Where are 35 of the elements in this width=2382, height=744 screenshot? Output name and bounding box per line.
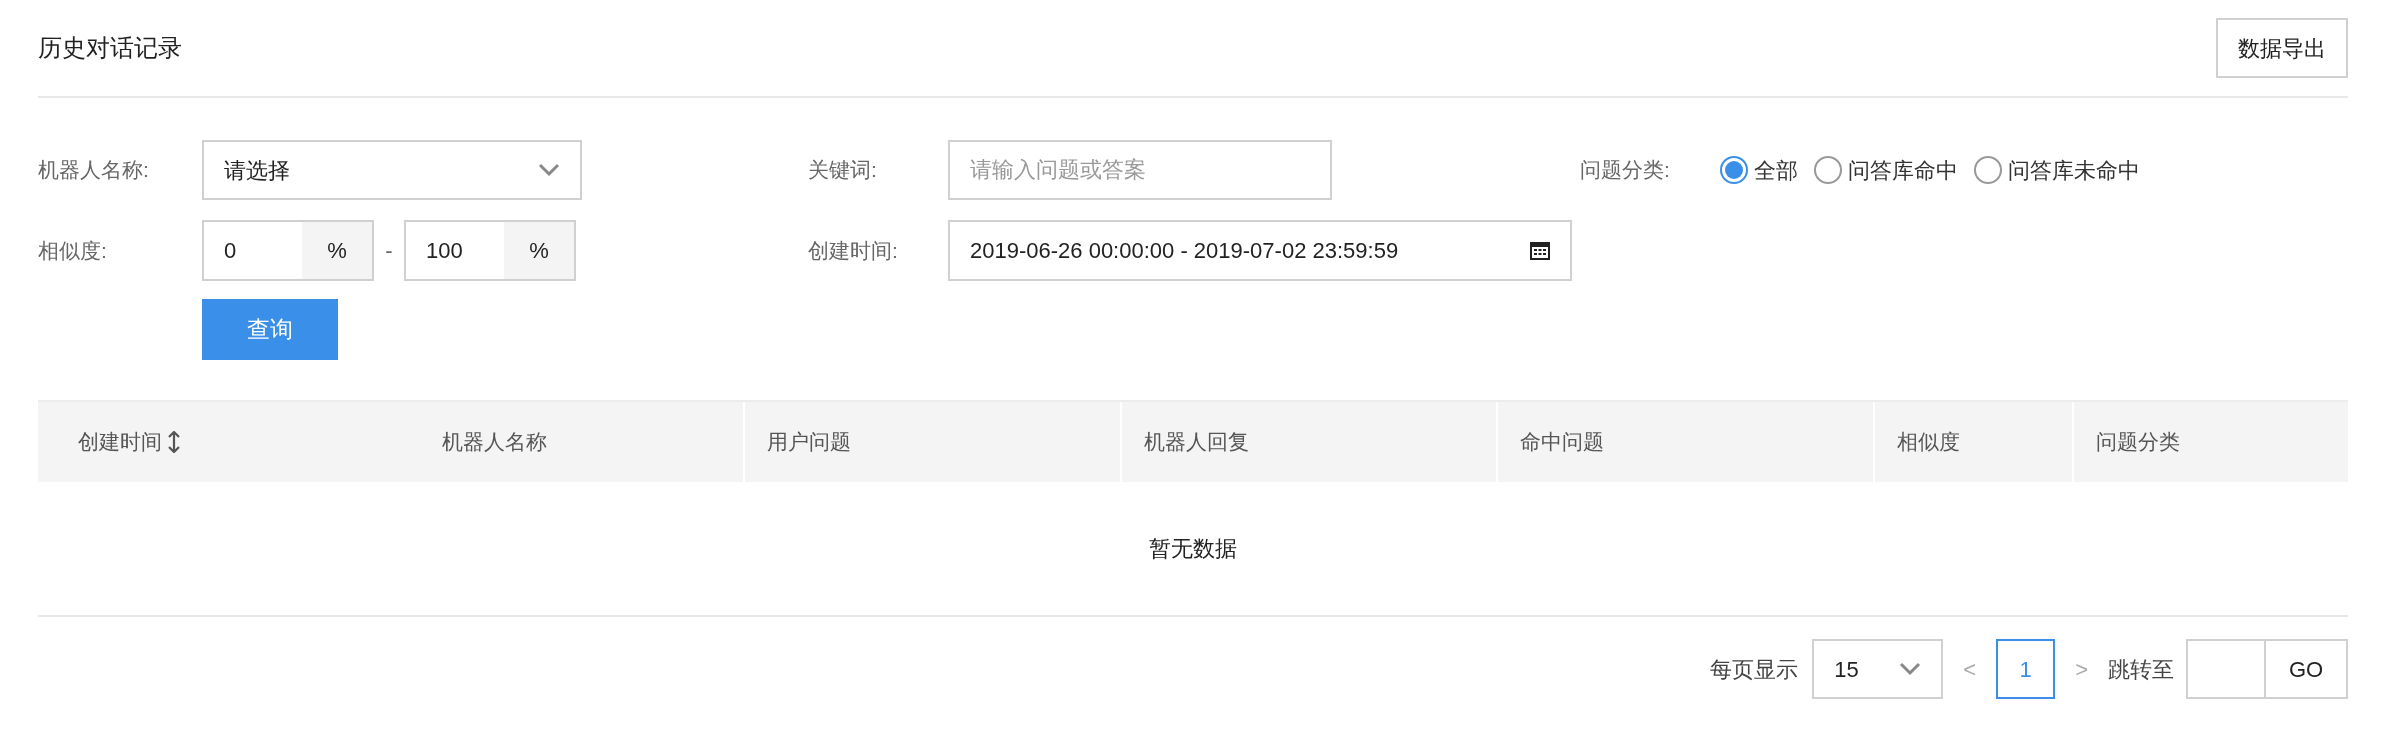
export-button[interactable]: 数据导出 — [2216, 18, 2348, 78]
page-size-select[interactable]: 15 — [1812, 639, 1944, 699]
column-header: 相似度 — [1873, 402, 2072, 482]
page-size-label: 每页显示 — [1710, 655, 1799, 684]
percent-addon: % — [504, 222, 574, 279]
percent-addon: % — [302, 222, 372, 279]
field-label: 相似度: — [38, 237, 108, 264]
category-radio[interactable]: 问答库命中 — [1814, 153, 1958, 187]
column-header: 机器人回复 — [1120, 402, 1496, 482]
similarity-input[interactable]: 100 % — [404, 220, 576, 281]
page-jump-input[interactable] — [2186, 639, 2266, 699]
field-label: 机器人名称: — [38, 157, 150, 184]
range-separator: - — [384, 237, 394, 265]
robot-select[interactable]: 请选择 — [202, 140, 582, 200]
category-radio[interactable]: 问答库未命中 — [1974, 153, 2140, 187]
column-header: 命中问题 — [1496, 402, 1873, 482]
field-label: 问题分类: — [1580, 157, 1671, 184]
empty-message: 暂无数据 — [1149, 535, 1237, 563]
field-label: 创建时间: — [808, 237, 899, 264]
category-radio[interactable]: 全部 — [1720, 153, 1798, 187]
go-button[interactable]: GO — [2266, 639, 2348, 699]
sort-icon[interactable] — [168, 431, 180, 453]
column-header[interactable]: 创建时间 — [38, 402, 420, 482]
keyword-input[interactable]: 请输入问题或答案 — [948, 140, 1332, 200]
column-header: 用户问题 — [743, 402, 1120, 482]
similarity-input[interactable]: 0 % — [202, 220, 374, 281]
calendar-icon — [1530, 241, 1550, 260]
column-header: 问题分类 — [2072, 402, 2348, 482]
date-range-field[interactable]: 2019-06-26 00:00:00 - 2019-07-02 23:59:59 — [948, 220, 1572, 281]
field-label: 关键词: — [808, 157, 878, 184]
column-header: 机器人名称 — [441, 429, 548, 456]
chevron-down-icon — [538, 163, 560, 177]
chevron-down-icon — [1899, 662, 1922, 676]
jump-label: 跳转至 — [2108, 655, 2174, 684]
page-title: 历史对话记录 — [38, 33, 182, 63]
